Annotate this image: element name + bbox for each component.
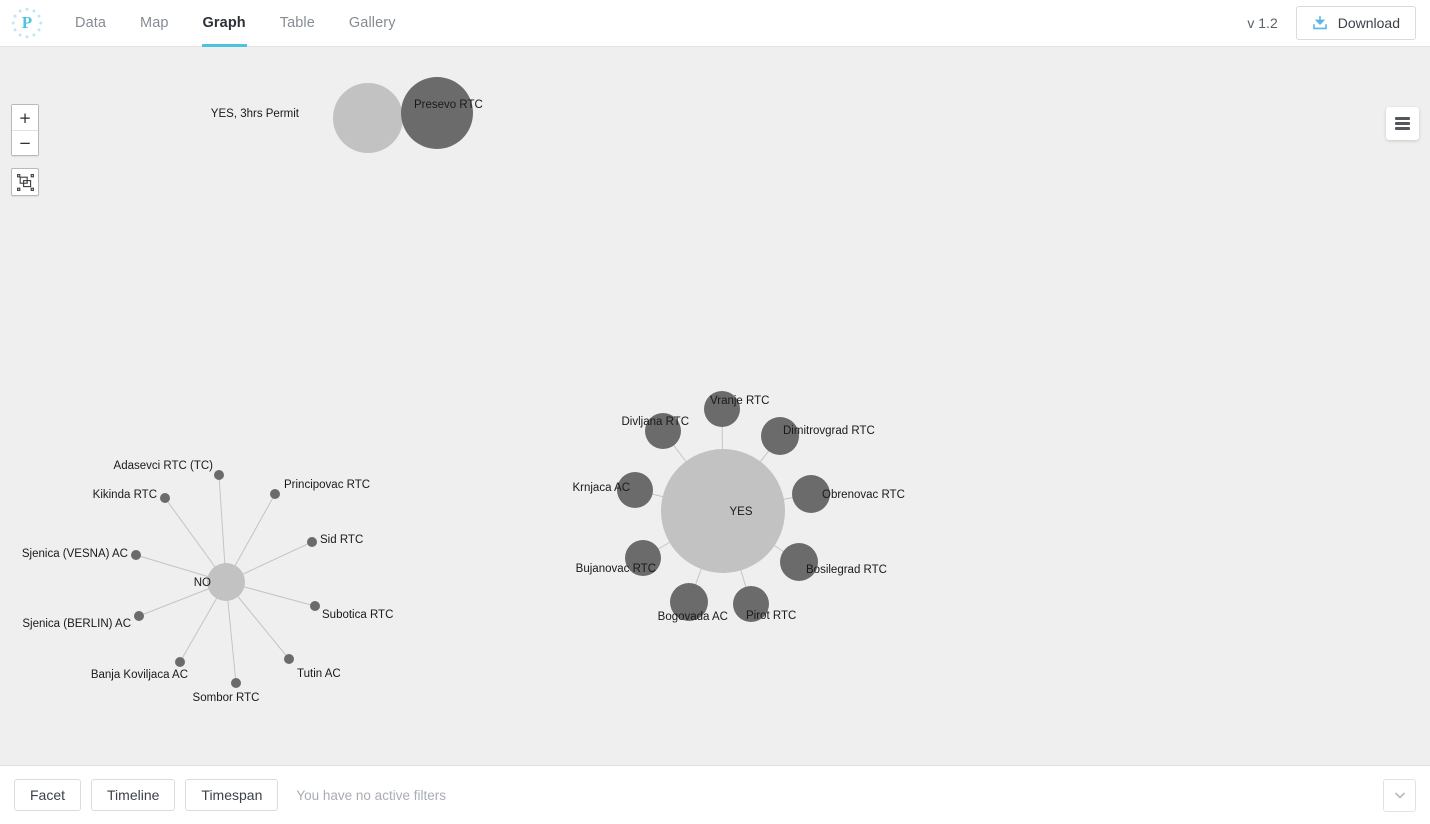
graph-node-label: Bogovada AC: [658, 611, 728, 623]
graph-node[interactable]: [231, 678, 241, 688]
timespan-button[interactable]: Timespan: [185, 779, 279, 811]
header-right: v 1.2 Download: [1247, 6, 1416, 40]
network-graph[interactable]: YES, 3hrs Permit Presevo RTC NO Adasevci RT…: [0, 47, 1430, 765]
graph-node-label: Subotica RTC: [322, 609, 393, 621]
download-icon: [1312, 16, 1327, 30]
download-button-label: Download: [1337, 15, 1400, 31]
fit-to-screen-icon: [16, 173, 34, 191]
graph-node[interactable]: [270, 489, 280, 499]
collapse-footer-button[interactable]: [1383, 778, 1416, 812]
graph-node-label: Presevo RTC: [414, 99, 483, 111]
facet-button[interactable]: Facet: [14, 779, 82, 811]
hamburger-icon: [1395, 115, 1410, 133]
zoom-controls: + −: [11, 104, 39, 156]
graph-labels: YES, 3hrs Permit Presevo RTC NO Adasevci RT…: [22, 99, 905, 704]
graph-node-label: Dimitrovgrad RTC: [783, 425, 875, 437]
graph-node-label: Banja Koviljaca AC: [91, 669, 188, 681]
main-nav: Data Map Graph Table Gallery: [58, 0, 413, 47]
download-button[interactable]: Download: [1295, 6, 1416, 40]
graph-node[interactable]: [401, 77, 473, 149]
aleph-logo[interactable]: P: [10, 6, 44, 40]
graph-hub-node[interactable]: [661, 449, 785, 573]
tab-data-label: Data: [75, 15, 107, 31]
graph-canvas[interactable]: YES, 3hrs Permit Presevo RTC NO Adasevci RT…: [0, 47, 1430, 765]
graph-node-label: Vranje RTC: [710, 395, 769, 407]
tab-graph[interactable]: Graph: [186, 0, 263, 47]
graph-node[interactable]: [134, 611, 144, 621]
tab-map[interactable]: Map: [123, 0, 186, 47]
graph-node-label: Sjenica (BERLIN) AC: [22, 618, 131, 630]
logo-letter: P: [21, 13, 33, 32]
graph-node[interactable]: [310, 601, 320, 611]
graph-nodes: [131, 77, 830, 688]
graph-menu-button[interactable]: [1386, 107, 1419, 140]
graph-hub-node[interactable]: [333, 83, 403, 153]
tab-graph-label: Graph: [202, 15, 246, 31]
graph-node-label: Bosilegrad RTC: [806, 564, 887, 576]
graph-node-label: Kikinda RTC: [93, 489, 157, 501]
graph-node[interactable]: [214, 470, 224, 480]
active-filters-note: You have no active filters: [296, 787, 446, 803]
graph-node-label: Bujanovac RTC: [576, 563, 656, 575]
graph-node-label: Sid RTC: [320, 534, 363, 546]
graph-node-label: Krnjaca AC: [572, 482, 630, 494]
graph-node-label: Divljana RTC: [621, 416, 689, 428]
tab-gallery[interactable]: Gallery: [332, 0, 413, 47]
app-root: P Data Map Graph Table Gallery v 1.2 Dow…: [0, 0, 1430, 824]
graph-hub-label: NO: [194, 577, 211, 589]
graph-node[interactable]: [131, 550, 141, 560]
graph-node-label: Tutin AC: [297, 668, 341, 680]
chevron-down-icon: [1394, 792, 1405, 799]
graph-node-label: Adasevci RTC (TC): [114, 460, 214, 472]
graph-node-label: Obrenovac RTC: [822, 489, 905, 501]
graph-hub-label: YES: [729, 506, 752, 518]
graph-node-label: Principovac RTC: [284, 479, 370, 491]
app-header: P Data Map Graph Table Gallery v 1.2 Dow…: [0, 0, 1430, 47]
graph-hub-node[interactable]: [207, 563, 245, 601]
graph-node[interactable]: [307, 537, 317, 547]
tab-data[interactable]: Data: [58, 0, 123, 47]
zoom-in-button[interactable]: +: [12, 105, 38, 130]
graph-node[interactable]: [175, 657, 185, 667]
graph-node[interactable]: [284, 654, 294, 664]
filter-footer: Facet Timeline Timespan You have no acti…: [0, 765, 1430, 824]
graph-node-label: Sjenica (VESNA) AC: [22, 548, 128, 560]
version-label: v 1.2: [1247, 15, 1278, 31]
graph-hub-label: YES, 3hrs Permit: [211, 108, 300, 120]
tab-table[interactable]: Table: [263, 0, 332, 47]
graph-node-label: Sombor RTC: [193, 692, 260, 704]
tab-table-label: Table: [279, 15, 315, 31]
graph-node[interactable]: [160, 493, 170, 503]
graph-node-label: Pirot RTC: [746, 610, 796, 622]
tab-map-label: Map: [140, 15, 169, 31]
zoom-out-button[interactable]: −: [12, 130, 38, 155]
fit-to-screen-button[interactable]: [11, 168, 39, 196]
tab-gallery-label: Gallery: [348, 15, 396, 31]
timeline-button[interactable]: Timeline: [91, 779, 176, 811]
